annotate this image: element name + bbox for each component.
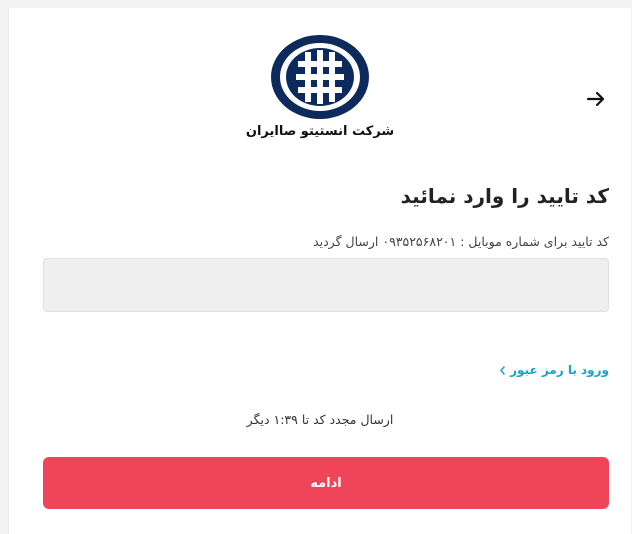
login-with-password-label: ورود با رمز عبور [510, 363, 609, 377]
arrow-right-icon [586, 91, 605, 107]
resend-timer: ارسال مجدد کد تا ۱:۳۹ دیگر [246, 412, 394, 427]
login-with-password-link[interactable]: ورود با رمز عبور [499, 363, 609, 377]
company-name: شرکت انستیتو صاایران [245, 124, 395, 139]
chevron-left-icon [500, 365, 505, 375]
company-logo: شرکت انستیتو صاایران [245, 32, 395, 150]
company-logo-mark [271, 35, 369, 119]
verification-card: شرکت انستیتو صاایران کد تایید را وارد نم… [8, 8, 631, 534]
page-title: کد تایید را وارد نمائید [400, 184, 609, 208]
back-button[interactable] [583, 86, 609, 112]
verification-subtitle: کد تایید برای شماره موبایل : ۰۹۳۵۲۵۶۸۲۰۱… [313, 234, 609, 249]
verification-code-input[interactable] [43, 258, 609, 312]
continue-button[interactable]: ادامه [43, 457, 609, 509]
